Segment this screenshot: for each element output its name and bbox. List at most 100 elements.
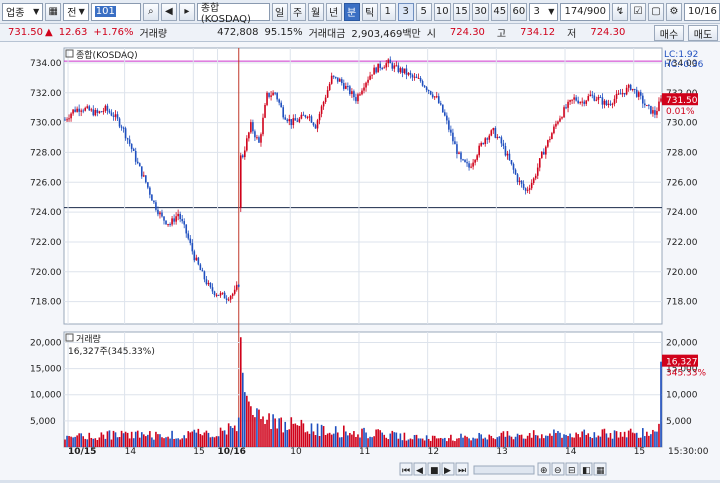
price-axis-label-left: 718.00	[30, 298, 62, 308]
type-select[interactable]: 전 ▼	[63, 2, 89, 21]
date-box[interactable]: 10/16	[684, 2, 720, 21]
buy-button[interactable]: 매수	[654, 25, 684, 41]
volume-bar	[478, 432, 480, 447]
candle-body	[435, 96, 438, 98]
speaker-icon[interactable]: ◀	[160, 2, 177, 21]
candle-body	[637, 92, 640, 97]
candle-body	[145, 175, 147, 183]
scrollbar-track[interactable]	[473, 465, 535, 475]
time-axis-label: 10	[290, 447, 302, 457]
candle-body	[573, 97, 575, 100]
candle-body	[351, 91, 353, 95]
candle-body	[237, 284, 240, 287]
interval-10[interactable]: 10	[433, 2, 451, 21]
candle-body	[213, 291, 216, 296]
volume-bar	[108, 430, 111, 447]
candle-body	[561, 117, 563, 119]
volume-bar	[520, 434, 523, 447]
search-icon[interactable]: ⌕	[142, 2, 159, 21]
candle-body	[310, 116, 313, 123]
period-day[interactable]: 일	[271, 2, 288, 21]
name-box: 종합(KOSDAQ)	[196, 2, 270, 25]
crosshair-icon[interactable]: ↯	[612, 2, 628, 21]
volume-bar	[470, 440, 472, 447]
code-input[interactable]: 101	[90, 2, 141, 21]
indicator-hc: HC:-0.36	[664, 60, 704, 70]
volume-bar	[266, 419, 268, 447]
volume-bar	[536, 435, 539, 447]
interval-30[interactable]: 30	[471, 2, 490, 21]
candle-body	[250, 122, 252, 133]
interval-1[interactable]: 1	[379, 2, 396, 21]
period-tick[interactable]: 틱	[361, 2, 378, 21]
chart-svg[interactable]: 718.00 718.00 720.00 720.00 722.00 722.00 724.…	[0, 42, 720, 480]
candle-body	[417, 77, 420, 79]
interval-15[interactable]: 15	[452, 2, 470, 21]
period-year[interactable]: 년	[325, 2, 342, 21]
candle-body	[415, 76, 418, 78]
sell-button[interactable]: 매도	[688, 25, 718, 41]
window-icon[interactable]: ▢	[648, 2, 664, 21]
candle-body	[324, 97, 327, 102]
scroll-control-icon: ▶	[444, 466, 451, 476]
price-axis-label-left: 734.00	[30, 59, 62, 69]
candle-body	[336, 77, 339, 82]
volume-bar	[167, 436, 169, 447]
volume-bar	[264, 423, 266, 447]
candle-body	[543, 151, 545, 155]
volume-bar	[157, 434, 159, 447]
volume-bar	[547, 435, 549, 447]
interval-45[interactable]: 45	[491, 2, 509, 21]
volume-bar	[650, 434, 652, 447]
price-panel	[63, 47, 663, 325]
gear-icon[interactable]: ⚙	[666, 2, 682, 21]
volume-bar	[506, 431, 509, 447]
high-value: 734.12	[520, 27, 556, 38]
check-icon[interactable]: ☑	[630, 2, 646, 21]
volume-bar	[654, 431, 656, 447]
candle-body	[294, 118, 297, 121]
volume-bar	[292, 423, 295, 447]
candle-body	[118, 118, 121, 127]
candle-body	[654, 110, 656, 115]
candle-body	[138, 163, 141, 167]
candle-body	[74, 109, 76, 112]
volume-bar	[635, 432, 638, 447]
current-volume-label: 16,327	[666, 358, 698, 368]
volume-bar	[391, 430, 394, 447]
period-minute[interactable]: 분	[343, 2, 360, 21]
volume-bar	[76, 435, 78, 447]
candle-body	[76, 108, 78, 112]
candle-body	[502, 143, 505, 146]
interval-3[interactable]: 3	[397, 2, 414, 21]
candle-body	[557, 121, 559, 124]
interval-5[interactable]: 5	[415, 2, 432, 21]
volume-bar	[116, 437, 119, 447]
volume-bar	[625, 437, 628, 447]
volume-bar	[359, 437, 361, 447]
period-week[interactable]: 주	[289, 2, 306, 21]
candle-body	[124, 128, 127, 139]
volume-bar	[78, 433, 80, 447]
volume-bar	[389, 433, 392, 447]
volume-bar	[609, 433, 612, 447]
candle-body	[431, 94, 434, 98]
volume-bar	[110, 439, 113, 447]
up-arrow-icon: ▲	[45, 27, 53, 38]
volume-bar	[593, 432, 596, 447]
interval-select[interactable]: 3 ▼	[529, 2, 559, 21]
price-axis-label-left: 726.00	[30, 178, 62, 188]
candle-body	[439, 103, 442, 105]
volume-bar	[357, 434, 359, 447]
arrow-icon[interactable]: ▸	[178, 2, 195, 21]
interval-60[interactable]: 60	[510, 2, 528, 21]
volume-bar	[431, 435, 434, 447]
grid-icon[interactable]: ▦	[45, 2, 62, 21]
chart-area[interactable]: 718.00 718.00 720.00 720.00 722.00 722.00 724.…	[0, 42, 720, 480]
candle-body	[357, 94, 359, 102]
candle-body	[644, 103, 646, 106]
volume-bar	[231, 427, 234, 447]
market-select[interactable]: 업종 ▼	[2, 2, 44, 21]
period-month[interactable]: 월	[307, 2, 324, 21]
price-axis-label-right: 726.00	[666, 178, 698, 188]
